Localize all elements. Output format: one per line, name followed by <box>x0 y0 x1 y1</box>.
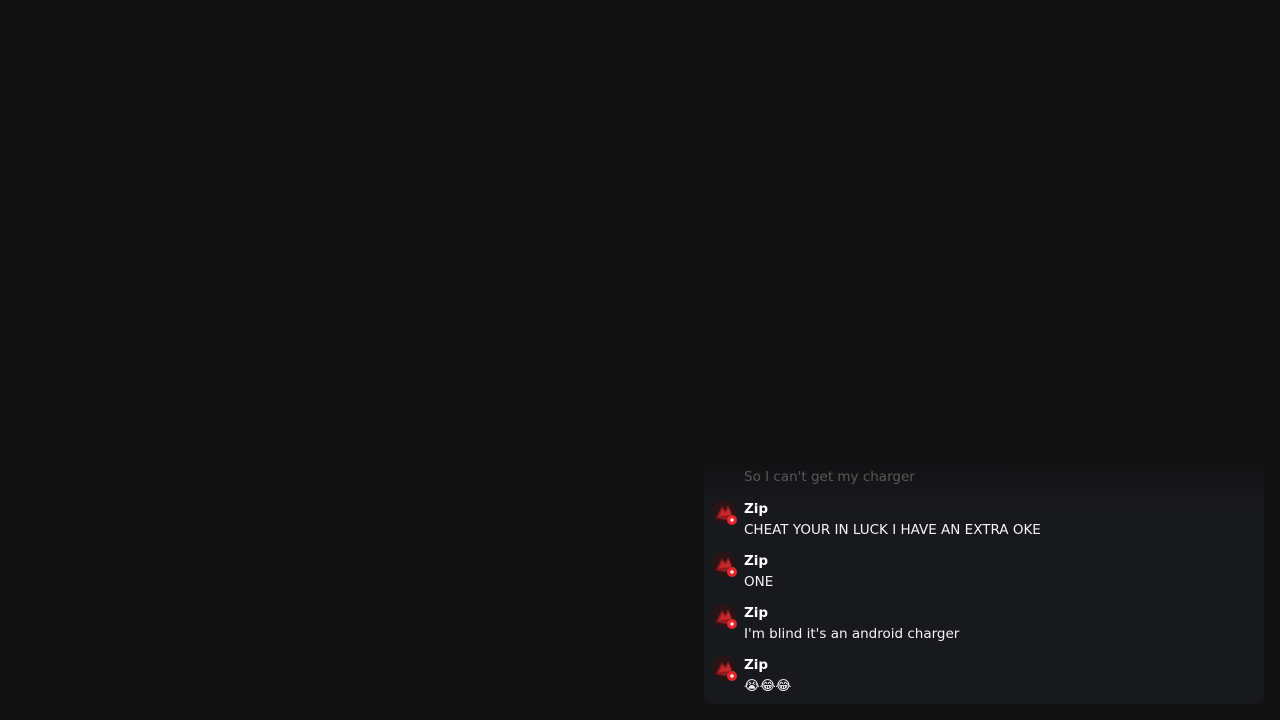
chat-message: Zip CHEAT YOUR IN LUCK I HAVE AN EXTRA O… <box>712 500 1252 552</box>
faded-previous-message: So I can't get my charger <box>744 469 915 485</box>
chat-username[interactable]: Zip <box>744 552 773 570</box>
stream-overlay: So I can't get my charger Zip CHEAT YOUR… <box>0 0 1280 720</box>
user-avatar-icon[interactable] <box>712 656 737 681</box>
user-avatar-icon[interactable] <box>712 604 737 629</box>
chat-message-text: CHEAT YOUR IN LUCK I HAVE AN EXTRA OKE <box>744 522 1041 538</box>
chat-message: Zip I'm blind it's an android charger <box>712 604 1252 656</box>
chat-username[interactable]: Zip <box>744 656 791 674</box>
user-avatar-icon[interactable] <box>712 500 737 525</box>
message-list: Zip CHEAT YOUR IN LUCK I HAVE AN EXTRA O… <box>712 500 1252 704</box>
chat-username[interactable]: Zip <box>744 500 1041 518</box>
chat-message-text: ONE <box>744 574 774 590</box>
chat-panel: So I can't get my charger Zip CHEAT YOUR… <box>704 458 1264 704</box>
chat-message-text: I'm blind it's an android charger <box>744 626 960 642</box>
user-avatar-icon[interactable] <box>712 552 737 577</box>
chat-username[interactable]: Zip <box>744 604 959 622</box>
chat-message: Zip ONE <box>712 552 1252 604</box>
chat-message: Zip 😭😂😂 <box>712 656 1252 704</box>
chat-message-text: 😭😂😂 <box>744 678 792 694</box>
